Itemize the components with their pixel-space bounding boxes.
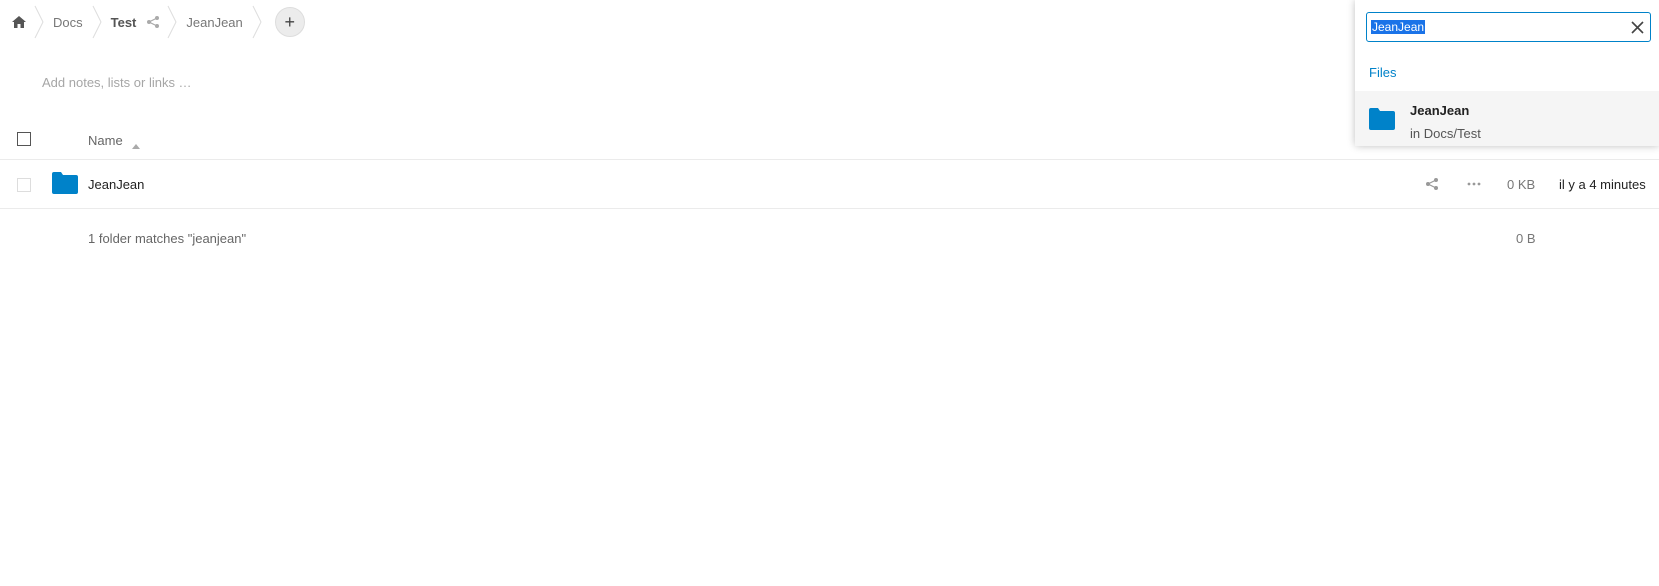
breadcrumb-home[interactable] [0,0,51,44]
breadcrumb-label: JeanJean [186,14,243,30]
search-popup: JeanJean Files JeanJean in Docs/Test [1355,0,1659,146]
search-section-title: Files [1369,65,1397,80]
breadcrumb-label: Docs [53,14,83,30]
close-icon[interactable] [1631,21,1644,34]
breadcrumb-separator [166,0,178,44]
breadcrumb-item-jeanjean[interactable]: JeanJean [184,0,268,44]
add-new-button[interactable]: + [274,7,305,37]
folder-icon [1369,108,1395,130]
table-row[interactable]: JeanJean 0 KB il y a 4 minutes [0,160,1659,209]
breadcrumb-separator [251,0,263,44]
summary-text: 1 folder matches "jeanjean" [88,231,247,246]
breadcrumb-separator [33,0,45,44]
file-modified: il y a 4 minutes [1559,177,1646,192]
select-all-checkbox[interactable] [17,132,31,146]
breadcrumb: Docs Test JeanJean + [0,0,305,44]
breadcrumb-label: Test [110,14,137,30]
home-icon [11,14,27,30]
row-checkbox[interactable] [17,178,31,192]
summary-size: 0 B [1516,231,1536,246]
breadcrumb-item-test[interactable]: Test [109,0,185,44]
search-result-subtitle: in Docs/Test [1410,126,1481,141]
search-input[interactable]: JeanJean [1366,12,1651,42]
more-icon[interactable] [1466,177,1482,191]
file-size: 0 KB [1507,177,1536,192]
breadcrumb-separator [91,0,103,44]
share-icon[interactable] [1425,177,1439,191]
search-result-item[interactable]: JeanJean in Docs/Test [1355,91,1659,146]
folder-icon [52,172,78,194]
search-result-title: JeanJean [1410,103,1470,118]
share-icon[interactable] [146,15,160,29]
file-name[interactable]: JeanJean [88,177,144,192]
sort-asc-icon [132,137,140,149]
breadcrumb-item-docs[interactable]: Docs [51,0,109,44]
column-header-name[interactable]: Name [88,133,123,148]
search-input-value[interactable]: JeanJean [1371,20,1426,34]
notes-field[interactable]: Add notes, lists or links … [42,75,192,90]
plus-icon: + [284,11,296,32]
